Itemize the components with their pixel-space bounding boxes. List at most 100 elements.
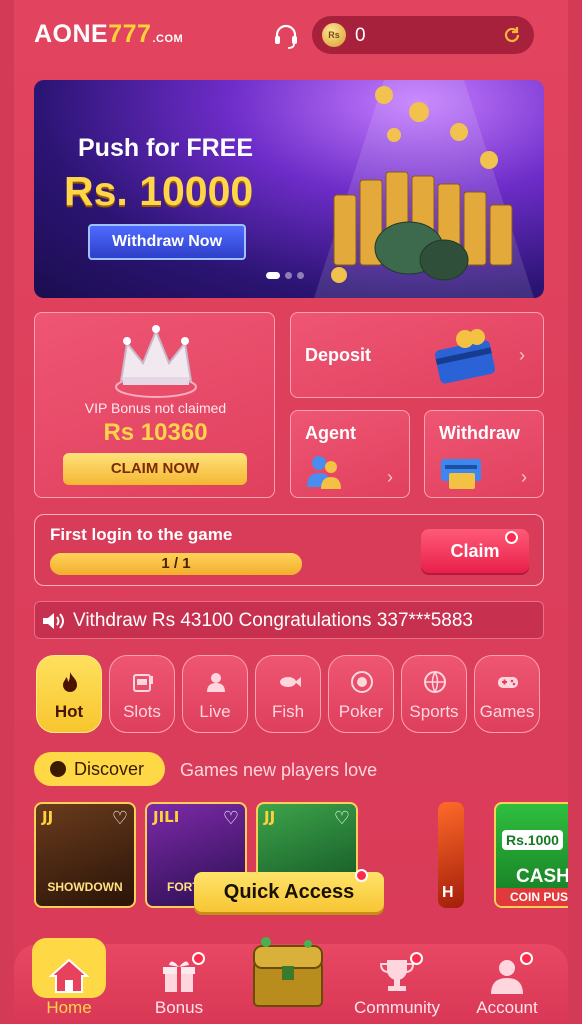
- gold-coins-illustration: [314, 80, 534, 298]
- compass-icon: [50, 761, 66, 777]
- withdraw-label: Withdraw: [439, 423, 520, 443]
- headset-icon[interactable]: [272, 22, 300, 50]
- flame-icon: [63, 672, 77, 692]
- logo-text: AONE: [34, 20, 109, 48]
- cash-card-icon: [441, 459, 481, 489]
- game-title: SHOWDOWN: [47, 880, 123, 894]
- nav-community[interactable]: Community: [352, 944, 442, 1024]
- agent-card[interactable]: Agent ›: [290, 410, 410, 498]
- nav-home[interactable]: Home: [24, 938, 114, 1024]
- dealer-icon: [207, 673, 225, 692]
- agent-label: Agent: [305, 423, 356, 443]
- tab-fish[interactable]: Fish: [255, 655, 321, 733]
- header: AONE777.COM Rs 0: [14, 0, 568, 72]
- nav-label: Account: [476, 998, 538, 1017]
- tab-label: Games: [479, 702, 535, 721]
- tab-games[interactable]: Games: [474, 655, 540, 733]
- tab-slots[interactable]: Slots: [109, 655, 175, 733]
- fish-icon: [280, 677, 301, 687]
- nav-label: Community: [354, 998, 440, 1017]
- provider-badge: JILI: [153, 808, 180, 826]
- tab-label: Live: [199, 702, 231, 721]
- tab-label: Poker: [338, 702, 384, 721]
- tab-label: Slots: [123, 702, 161, 721]
- claim-now-button[interactable]: CLAIM NOW: [63, 453, 247, 485]
- tab-hot[interactable]: Hot: [36, 655, 102, 733]
- app-screen: AONE777.COM Rs 0 Push for FREE Rs. 10000…: [14, 0, 568, 1024]
- logo-suffix: .COM: [152, 33, 184, 45]
- gamepad-icon: [498, 677, 518, 688]
- deposit-card[interactable]: Deposit ›: [290, 312, 544, 398]
- tab-live[interactable]: Live: [182, 655, 248, 733]
- tab-label: Sports: [409, 702, 459, 721]
- task-title: First login to the game: [50, 525, 233, 544]
- credit-card-icon: [435, 329, 495, 384]
- game-price: Rs.1000: [502, 830, 563, 850]
- tab-poker[interactable]: Poker: [328, 655, 394, 733]
- deposit-label: Deposit: [305, 345, 372, 365]
- poker-chip-icon: [351, 671, 373, 693]
- notification-dot: [520, 952, 533, 965]
- provider-badge: JJ: [42, 808, 54, 826]
- nav-bonus[interactable]: Bonus: [134, 944, 224, 1024]
- crown-icon: [115, 325, 197, 398]
- vip-bonus-amount: Rs 10360: [103, 419, 208, 446]
- notification-dot: [410, 952, 423, 965]
- first-login-task: First login to the game 1 / 1 Claim: [34, 514, 544, 586]
- tab-sports[interactable]: Sports: [401, 655, 467, 733]
- promo-banner[interactable]: Push for FREE Rs. 10000 Withdraw Now: [34, 80, 544, 298]
- chevron-right-icon: ›: [387, 467, 393, 487]
- balance-value: 0: [355, 25, 366, 46]
- game-tile-partial[interactable]: H: [438, 802, 464, 908]
- discover-label: Discover: [74, 759, 145, 779]
- winners-ticker: Vithdraw Rs 43100 Congratulations 337***…: [34, 601, 544, 639]
- game-category-tabs: Hot Slots Live Fish Poker Sports Games: [34, 655, 544, 735]
- bottom-navigation: Home Bonus Community Account: [14, 937, 568, 1024]
- banner-headline: Push for FREE: [78, 134, 254, 162]
- brand-logo[interactable]: AONE777.COM: [34, 20, 183, 49]
- banner-dot[interactable]: [266, 272, 280, 279]
- notification-dot: [505, 531, 518, 544]
- chevron-right-icon: ›: [519, 345, 525, 365]
- refresh-icon[interactable]: [502, 25, 522, 45]
- nav-label: Home: [46, 998, 92, 1017]
- home-icon: [49, 958, 89, 993]
- task-progress-text: 1 / 1: [161, 555, 191, 572]
- banner-dot[interactable]: [297, 272, 304, 279]
- heart-icon[interactable]: ♡: [112, 808, 128, 829]
- slot-machine-icon: [133, 674, 153, 692]
- game-tile-cash[interactable]: Rs.1000 CASH COIN PUS: [494, 802, 568, 908]
- banner-pagination[interactable]: [266, 272, 304, 279]
- provider-badge: JJ: [264, 808, 276, 826]
- tab-label: Hot: [54, 702, 84, 721]
- game-footer: COIN PUS: [496, 888, 568, 906]
- banner-amount: Rs. 10000: [64, 168, 254, 214]
- notification-dot: [192, 952, 205, 965]
- nav-label: Bonus: [154, 998, 204, 1017]
- vip-status-label: VIP Bonus not claimed: [84, 400, 227, 416]
- heart-icon[interactable]: ♡: [334, 808, 350, 829]
- discover-chip[interactable]: Discover: [34, 752, 165, 786]
- chevron-right-icon: ›: [521, 467, 527, 487]
- game-title: CASH: [516, 866, 568, 887]
- logo-number: 777: [108, 20, 152, 48]
- withdraw-card[interactable]: Withdraw ›: [424, 410, 544, 498]
- heart-icon[interactable]: ♡: [223, 808, 239, 829]
- agent-users-icon: [307, 456, 341, 489]
- discover-subtitle: Games new players love: [180, 760, 378, 780]
- task-progress-bar: 1 / 1: [50, 553, 302, 575]
- notification-dot: [355, 869, 368, 882]
- nav-account[interactable]: Account: [462, 944, 552, 1024]
- vip-bonus-card[interactable]: VIP Bonus not claimed Rs 10360 CLAIM NOW: [34, 312, 275, 498]
- ball-icon: [424, 671, 446, 693]
- balance-display: Rs 0: [312, 16, 534, 54]
- game-title: H: [442, 884, 454, 901]
- tab-label: Fish: [271, 702, 305, 721]
- withdraw-now-button[interactable]: Withdraw Now: [88, 224, 246, 260]
- speaker-icon: [43, 613, 64, 629]
- game-tile-showdown[interactable]: JJ ♡ SHOWDOWN: [34, 802, 136, 908]
- banner-dot[interactable]: [285, 272, 292, 279]
- rupee-coin-icon: Rs: [322, 23, 346, 47]
- ticker-text: Vithdraw Rs 43100 Congratulations 337***…: [73, 610, 473, 631]
- treasure-chest-icon[interactable]: [246, 936, 330, 1014]
